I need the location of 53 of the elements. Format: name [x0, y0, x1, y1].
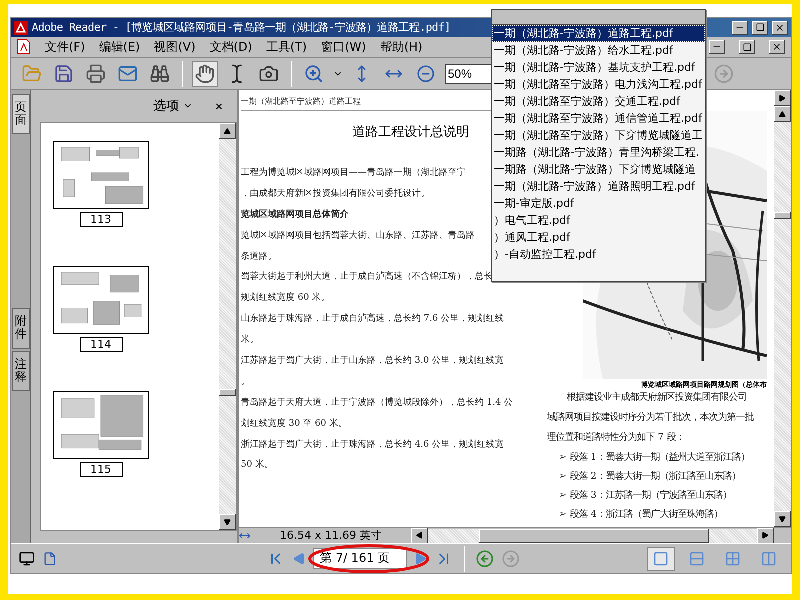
- page-number: 115: [80, 462, 122, 477]
- paragraph-line: 山东路起于珠海路，止于成自泸高速，总长约 7.6 公里，规划红线: [241, 313, 504, 326]
- document-title: 道路工程设计总说明: [352, 124, 470, 141]
- page-number-field[interactable]: 第 7/ 161 页: [313, 548, 407, 569]
- bullet-item: ➢ 段落 3：江苏路一期（宁波路至山东路）: [559, 490, 732, 502]
- side-tab[interactable]: 注释: [12, 350, 30, 391]
- menu-item[interactable]: 一期路（湖北路-宁波路）青里沟桥梁工程.: [492, 144, 705, 161]
- paragraph-line: 。: [241, 376, 250, 388]
- menu-item[interactable]: 文档(D): [210, 38, 252, 56]
- close-button[interactable]: ×: [215, 98, 223, 114]
- window-title: Adobe Reader - [博览城区域路网项目-青岛路一期（湖北路-宁波路）道路工程.pdf]: [32, 20, 451, 35]
- menu-item[interactable]: ）通风工程.pdf: [492, 229, 705, 246]
- menu-item[interactable]: 文件(F): [45, 38, 86, 56]
- paragraph-line: 江苏路起于蜀广大街，止于山东路，总长约 3.0 公里，规划红线宽: [241, 355, 504, 368]
- section-heading: 览城区域路网项目总体简介: [241, 208, 349, 221]
- menu-item[interactable]: 一期（湖北路至宁波路）通信管道工程.pdf: [492, 110, 705, 127]
- paragraph-line: 米。: [241, 334, 259, 346]
- page-size-label: 16.54 x 11.69 英寸: [279, 528, 383, 543]
- menu-item[interactable]: 一期（湖北路-宁波路）基坑支护工程.pdf: [492, 59, 705, 76]
- menu-item[interactable]: 一期（湖北路至宁波路）电力浅沟工程.pdf: [492, 76, 705, 93]
- paragraph-line: 规划红线宽度 60 米。: [241, 292, 330, 304]
- bullet-item: ➢ 段落 4：浙江路（蜀广大街至珠海路）: [559, 509, 723, 521]
- page-number: 114: [80, 337, 122, 352]
- paragraph-line: 览城区域路网项目包括蜀蓉大街、山东路、江苏路、青岛路: [241, 230, 475, 242]
- menu-item[interactable]: 工具(T): [266, 38, 308, 56]
- side-tab[interactable]: 附件: [12, 308, 30, 349]
- menu-item[interactable]: 一期（湖北路-宁波路）道路工程.pdf: [492, 25, 705, 42]
- menu-item[interactable]: ）电气工程.pdf: [492, 212, 705, 229]
- side-tab[interactable]: 页面: [12, 94, 30, 134]
- paragraph-line: 浙江路起于蜀广大街，止于珠海路，总长约 4.6 公里，规划红线宽: [241, 438, 504, 451]
- menu-item[interactable]: 窗口(W): [321, 38, 366, 56]
- paragraph-line: 域路网项目按建设时序分为若干批次，本次为第一批: [547, 412, 754, 424]
- menu-item[interactable]: 一期-审定版.pdf: [492, 195, 705, 212]
- paragraph-line: 50 米。: [241, 459, 274, 472]
- paragraph-line: 工程为博览城区域路网项目——青岛路一期（湖北路至宁: [241, 167, 466, 179]
- paragraph-line: 划红线宽度 30 至 60 米。: [241, 418, 348, 430]
- menu-item[interactable]: 一期（湖北路-宁波路）道路照明工程.pdf: [492, 178, 705, 195]
- menu-item[interactable]: 视图(V): [154, 38, 196, 56]
- paragraph-line: 条道路。: [241, 250, 277, 263]
- paragraph-line: 理位置和道路特性分为如下 7 段：: [547, 432, 685, 444]
- menu-item[interactable]: ）-自动监控工程.pdf: [492, 246, 705, 263]
- paragraph-line: 青岛路起于天府大道，止于宁波路（博览城段除外），总长约 1.4 公: [241, 396, 514, 409]
- paragraph-line: 根据建设业主成都天府新区投资集团有限公司: [566, 392, 747, 404]
- bullet-item: ➢ 段落 2：蜀蓉大街一期（浙江路至山东路）: [559, 471, 741, 483]
- menu-item[interactable]: 一期（湖北路至宁波路）下穿博览城隧道工: [492, 127, 705, 144]
- options-button[interactable]: 选项: [153, 97, 194, 115]
- menu-item[interactable]: 一期路（湖北路-宁波路）下穿博览城隧道: [492, 161, 705, 178]
- paragraph-line: ，由成都天府新区投资集团有限公司委托设计。: [241, 188, 430, 200]
- menu-item[interactable]: 一期（湖北路-宁波路）给水工程.pdf: [492, 42, 705, 59]
- menu-item[interactable]: 帮助(H): [380, 38, 423, 56]
- menu-item[interactable]: 编辑(E): [99, 38, 140, 56]
- page-number: 113: [80, 212, 122, 227]
- bullet-item: ➢ 段落 1：蜀蓉大街一期（益州大道至浙江路）: [559, 452, 750, 464]
